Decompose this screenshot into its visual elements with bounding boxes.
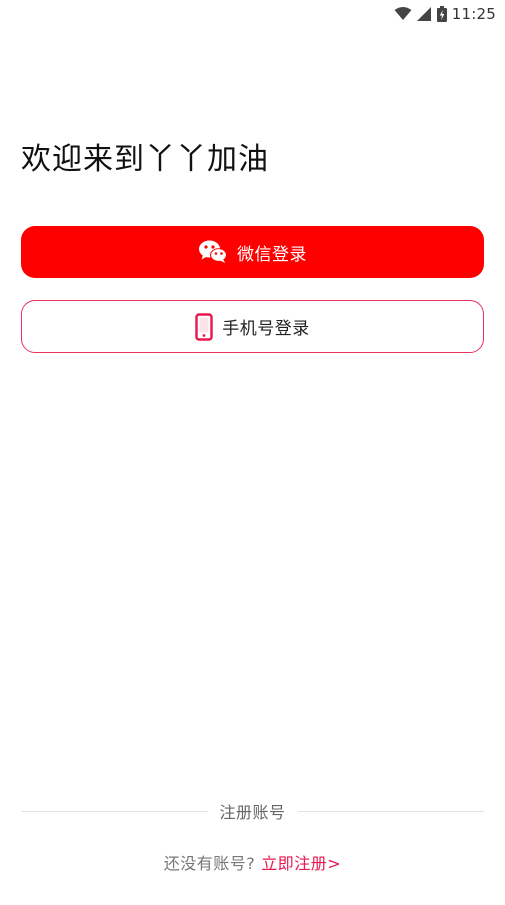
divider-line-left	[21, 810, 208, 812]
cellular-signal-icon	[416, 7, 432, 21]
phone-login-button[interactable]: 手机号登录	[21, 300, 484, 353]
divider-line-right	[297, 810, 485, 812]
register-divider-label: 注册账号	[219, 803, 286, 822]
no-account-text: 还没有账号?	[163, 854, 256, 873]
wifi-icon	[394, 7, 412, 21]
welcome-title: 欢迎来到丫丫加油	[21, 142, 269, 177]
register-now-link[interactable]: 立即注册>	[261, 854, 341, 873]
status-icons: 11:25	[394, 4, 496, 24]
wechat-login-label: 微信登录	[237, 244, 307, 265]
wechat-login-button[interactable]: 微信登录	[21, 226, 484, 278]
status-time: 11:25	[451, 5, 496, 23]
status-bar: 11:25	[0, 0, 505, 28]
register-divider: 注册账号	[21, 800, 485, 822]
wechat-icon	[198, 240, 228, 264]
phone-login-label: 手机号登录	[222, 319, 310, 339]
phone-icon	[195, 312, 213, 341]
register-prompt: 还没有账号? 立即注册>	[0, 850, 505, 874]
battery-charging-icon	[436, 6, 447, 22]
